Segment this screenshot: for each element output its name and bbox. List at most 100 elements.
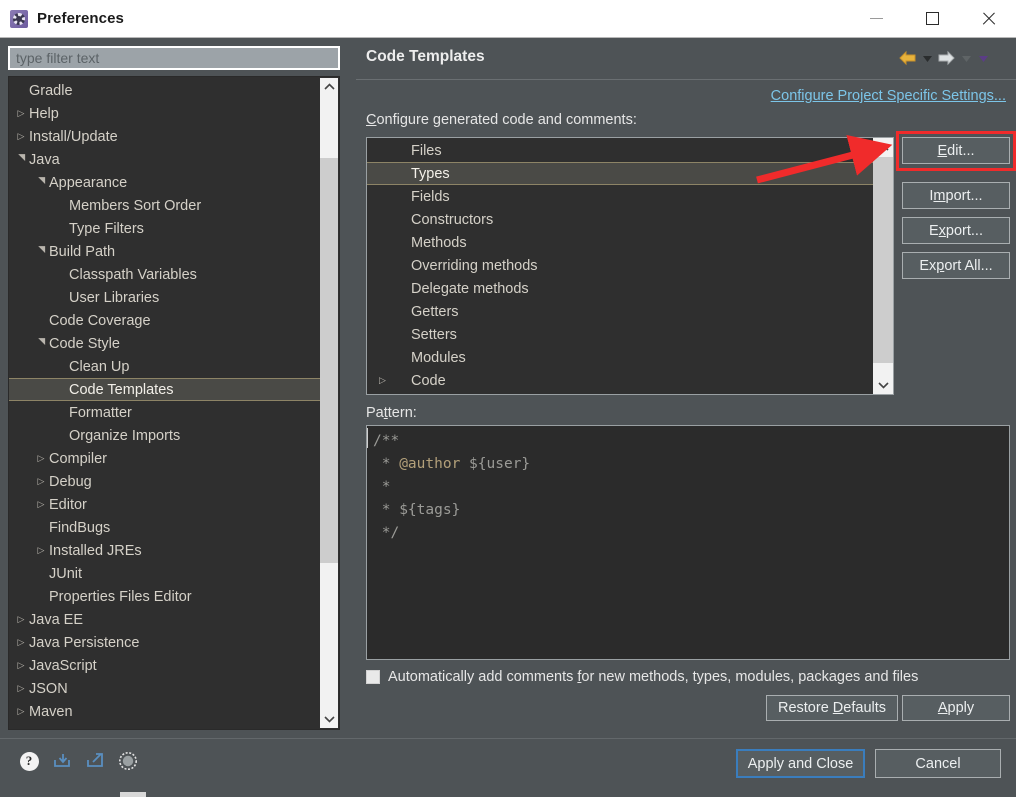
chevron-right-icon[interactable] — [33, 454, 49, 463]
chevron-right-icon[interactable] — [33, 477, 49, 486]
list-item[interactable]: Constructors — [367, 208, 874, 231]
list-item[interactable]: Files — [367, 139, 874, 162]
sidebar-item-java[interactable]: Java — [9, 148, 320, 171]
sidebar-item-code-style[interactable]: Code Style — [9, 332, 320, 355]
sidebar-item-label: Gradle — [29, 82, 73, 99]
chevron-right-icon[interactable] — [13, 684, 29, 693]
forward-arrow-icon[interactable] — [937, 50, 956, 68]
sidebar-item-organize-imports[interactable]: Organize Imports — [9, 424, 320, 447]
preferences-tree[interactable]: Gradle Help Install/Update Java Appearance Me… — [8, 76, 340, 730]
chevron-right-icon[interactable] — [13, 661, 29, 670]
chevron-right-icon[interactable] — [13, 109, 29, 118]
chevron-right-icon[interactable] — [33, 546, 49, 555]
list-item[interactable]: Modules — [367, 346, 874, 369]
list-item[interactable]: ▷ Code — [367, 369, 874, 392]
sidebar-item-installed-jres[interactable]: Installed JREs — [9, 539, 320, 562]
list-item[interactable]: Methods — [367, 231, 874, 254]
sidebar-item-junit[interactable]: JUnit — [9, 562, 320, 585]
sidebar-item-label: Code Coverage — [49, 312, 151, 329]
chevron-right-icon[interactable] — [13, 615, 29, 624]
help-icon[interactable]: ? — [18, 750, 40, 772]
sidebar-item-compiler[interactable]: Compiler — [9, 447, 320, 470]
sidebar-item-help[interactable]: Help — [9, 102, 320, 125]
chevron-down-icon[interactable] — [33, 178, 49, 187]
list-scrollbar-thumb[interactable] — [873, 157, 893, 363]
sidebar-item-label: Code Style — [49, 335, 120, 352]
list-item[interactable]: Delegate methods — [367, 277, 874, 300]
chevron-right-icon[interactable] — [13, 132, 29, 141]
sidebar-item-maven[interactable]: Maven — [9, 700, 320, 723]
chevron-right-icon[interactable]: ▷ — [379, 375, 395, 386]
minimize-button[interactable] — [848, 0, 904, 37]
chevron-down-icon[interactable] — [13, 155, 29, 164]
sidebar-item-properties-files-editor[interactable]: Properties Files Editor — [9, 585, 320, 608]
auto-comments-checkbox[interactable] — [366, 670, 380, 684]
import-arrow-icon[interactable] — [51, 750, 73, 772]
sidebar-item-editor[interactable]: Editor — [9, 493, 320, 516]
cancel-button[interactable]: Cancel — [875, 749, 1001, 778]
sidebar-item-clean-up[interactable]: Clean Up — [9, 355, 320, 378]
sidebar-item-type-filters[interactable]: Type Filters — [9, 217, 320, 240]
list-item-label: Getters — [411, 303, 459, 320]
list-item[interactable]: Types — [367, 162, 874, 185]
sidebar-item-code-templates[interactable]: Code Templates — [9, 378, 320, 401]
forward-menu-chevron-down-icon — [959, 51, 973, 67]
sidebar-item-appearance[interactable]: Appearance — [9, 171, 320, 194]
header-divider — [356, 79, 1016, 80]
list-item[interactable]: Getters — [367, 300, 874, 323]
list-scroll-down-icon[interactable] — [873, 375, 893, 394]
sidebar-item-formatter[interactable]: Formatter — [9, 401, 320, 424]
back-arrow-icon[interactable] — [898, 50, 917, 68]
list-scrollbar[interactable] — [873, 138, 893, 394]
list-scroll-up-icon[interactable] — [873, 138, 893, 157]
sidebar-item-java-persistence[interactable]: Java Persistence — [9, 631, 320, 654]
chevron-right-icon[interactable] — [33, 500, 49, 509]
sidebar-item-debug[interactable]: Debug — [9, 470, 320, 493]
back-menu-chevron-down-icon[interactable] — [920, 51, 934, 67]
chevron-down-icon[interactable] — [33, 247, 49, 256]
sidebar-item-user-libraries[interactable]: User Libraries — [9, 286, 320, 309]
apply-and-close-button[interactable]: Apply and Close — [736, 749, 865, 778]
close-button[interactable] — [960, 0, 1016, 37]
edit-button[interactable]: Edit... — [902, 137, 1010, 164]
sidebar-item-gradle[interactable]: Gradle — [9, 79, 320, 102]
import-button[interactable]: Import... — [902, 182, 1010, 209]
tree-scroll-area: Gradle Help Install/Update Java Appearance Me… — [9, 77, 320, 729]
code-templates-list[interactable]: Files Types Fields Constructors Methods Overr… — [366, 137, 894, 395]
list-item[interactable]: Overriding methods — [367, 254, 874, 277]
export-button[interactable]: Export... — [902, 217, 1010, 244]
scroll-down-icon[interactable] — [320, 710, 338, 728]
sidebar-item-classpath-variables[interactable]: Classpath Variables — [9, 263, 320, 286]
scroll-up-icon[interactable] — [320, 78, 338, 96]
sidebar-item-findbugs[interactable]: FindBugs — [9, 516, 320, 539]
export-arrow-icon[interactable] — [84, 750, 106, 772]
list-item[interactable]: Setters — [367, 323, 874, 346]
sidebar-item-install-update[interactable]: Install/Update — [9, 125, 320, 148]
configure-project-specific-settings-link[interactable]: Configure Project Specific Settings... — [771, 88, 1006, 104]
tree-scrollbar[interactable] — [320, 78, 338, 728]
search-input[interactable] — [8, 46, 340, 70]
sidebar-item-java-ee[interactable]: Java EE — [9, 608, 320, 631]
sidebar-item-json[interactable]: JSON — [9, 677, 320, 700]
apply-button[interactable]: Apply — [902, 695, 1010, 721]
sidebar-item-code-coverage[interactable]: Code Coverage — [9, 309, 320, 332]
sidebar-item-build-path[interactable]: Build Path — [9, 240, 320, 263]
pattern-textarea[interactable]: /** * @author ${user} * * ${tags} */ — [366, 425, 1010, 660]
footer-icon-bar: ? — [18, 750, 139, 772]
view-menu-chevron-down-icon[interactable] — [976, 51, 990, 67]
window-controls — [848, 0, 1016, 37]
sidebar-item-javascript[interactable]: JavaScript — [9, 654, 320, 677]
list-item[interactable]: Fields — [367, 185, 874, 208]
auto-comments-checkbox-row[interactable]: Automatically add comments for new metho… — [366, 669, 918, 685]
list-rows: Files Types Fields Constructors Methods Overr… — [367, 138, 874, 394]
oomph-circle-icon[interactable] — [117, 750, 139, 772]
restore-defaults-button[interactable]: Restore Defaults — [766, 695, 898, 721]
chevron-right-icon[interactable] — [13, 707, 29, 716]
maximize-button[interactable] — [904, 0, 960, 37]
title-bar: Preferences — [0, 0, 1016, 38]
chevron-right-icon[interactable] — [13, 638, 29, 647]
chevron-down-icon[interactable] — [33, 339, 49, 348]
tree-scrollbar-thumb[interactable] — [320, 158, 338, 563]
export-all-button[interactable]: Export All... — [902, 252, 1010, 279]
sidebar-item-members-sort-order[interactable]: Members Sort Order — [9, 194, 320, 217]
